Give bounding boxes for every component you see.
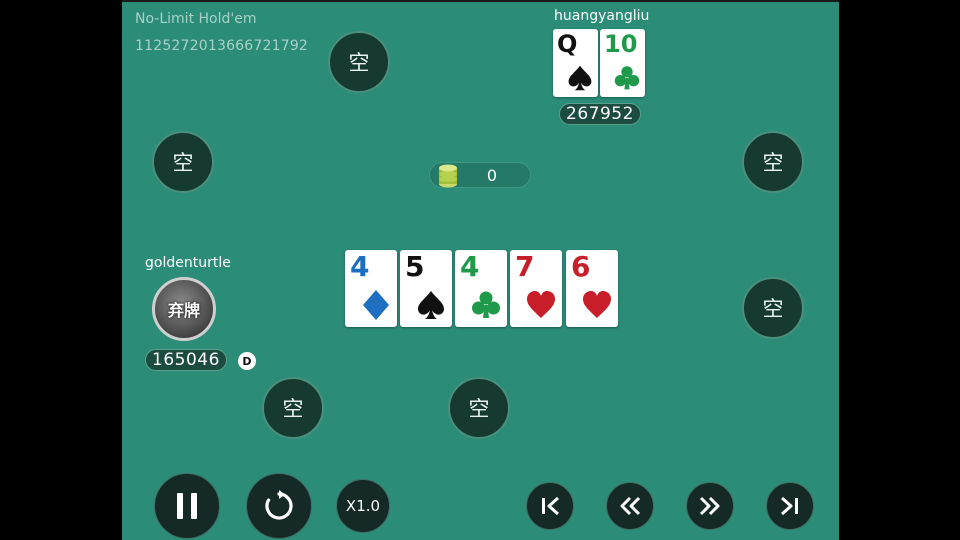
empty-seat-left-upper[interactable]: 空 [152,131,214,193]
skip-to-end-icon [781,496,798,516]
board-card-1: 4 [345,250,397,327]
board-card-4: 7 [510,250,562,327]
opponent-card-1: Q [553,29,598,97]
diamond-icon [363,290,389,320]
heart-icon [527,291,555,318]
top-divider [122,0,839,2]
board-card-5: 6 [566,250,618,327]
pot-display: 0 [429,162,531,188]
dealer-button: D [238,352,256,370]
fast-forward-button[interactable] [686,482,734,530]
poker-table: No-Limit Hold'em 1125272013666721792 空 空… [122,0,839,540]
spade-icon [568,65,592,91]
heart-icon [583,291,611,318]
card-rank: 5 [405,250,425,283]
empty-seat-right-upper[interactable]: 空 [742,131,804,193]
empty-seat-top-left[interactable]: 空 [328,31,390,93]
rewind-icon [620,496,641,516]
empty-seat-bottom-center[interactable]: 空 [448,377,510,439]
pause-icon [177,493,197,519]
card-rank: 6 [571,250,591,283]
club-icon [614,66,640,90]
rewind-button[interactable] [606,482,654,530]
opponent-chip-count: 267952 [559,103,641,125]
opponent-card-2: 10 [600,29,645,97]
pause-button[interactable] [154,473,220,539]
board-card-3: 4 [455,250,507,327]
fold-status-label: 弃牌 [167,301,200,320]
speed-label: X1.0 [345,497,381,515]
hero-chip-count: 165046 [145,349,227,371]
pot-amount: 0 [486,166,498,185]
card-rank: Q [557,30,578,58]
skip-to-start-button[interactable] [526,482,574,530]
skip-to-end-button[interactable] [766,482,814,530]
empty-seat-right-lower[interactable]: 空 [742,277,804,339]
empty-seat-bottom-left[interactable]: 空 [262,377,324,439]
board-card-2: 5 [400,250,452,327]
hero-name: goldenturtle [145,255,231,271]
opponent-name: huangyangliu [554,8,650,24]
game-type-label: No-Limit Hold'em [135,11,257,27]
hand-id-label: 1125272013666721792 [135,38,309,54]
card-rank: 4 [460,250,480,283]
card-rank: 4 [350,250,370,283]
card-rank: 10 [604,30,638,58]
chip-stack-icon [439,164,457,188]
replay-button[interactable] [246,473,312,539]
hero-avatar[interactable]: 弃牌 [152,277,216,341]
card-rank: 7 [515,250,535,283]
replay-icon [265,490,293,520]
spade-icon [418,291,444,319]
skip-to-start-icon [542,496,559,516]
fast-forward-icon [699,496,720,516]
speed-button[interactable]: X1.0 [336,479,390,533]
club-icon [472,291,500,318]
